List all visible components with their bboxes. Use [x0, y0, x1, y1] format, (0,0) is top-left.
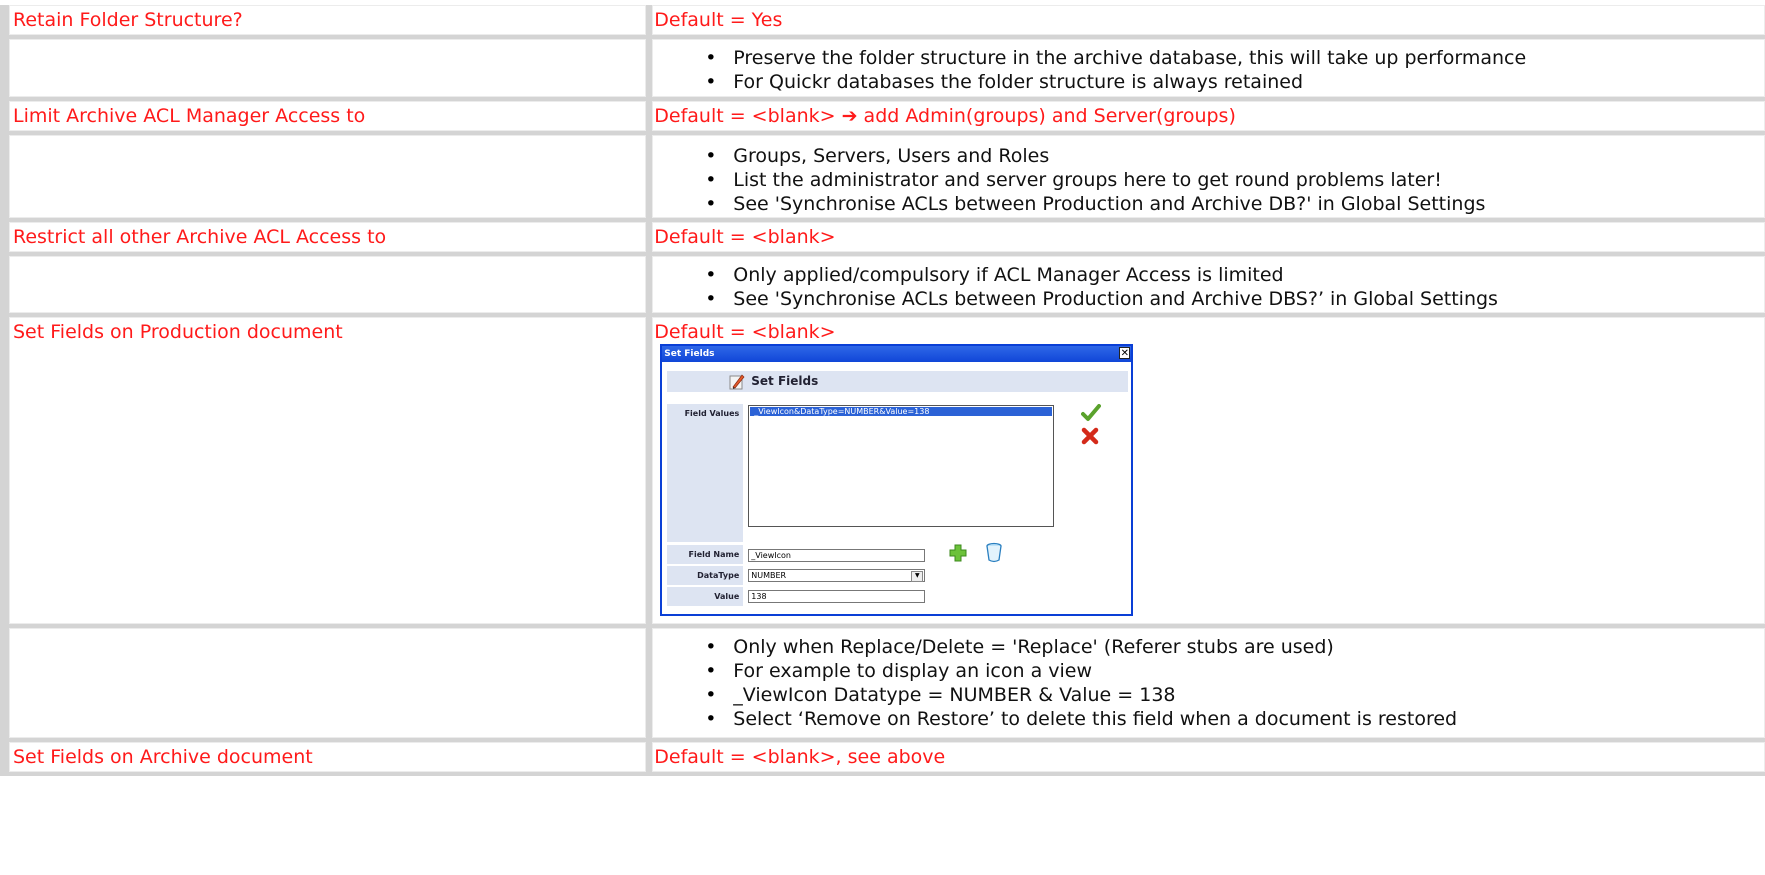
field-name-label: Field Name: [667, 545, 744, 564]
notes-list: Only when Replace/Delete = 'Replace' (Re…: [653, 629, 1764, 731]
arrow-icon: ➔: [841, 105, 858, 127]
close-icon[interactable]: ✕: [1119, 347, 1131, 359]
list-item: Groups, Servers, Users and Roles: [653, 144, 1764, 168]
datatype-select[interactable]: NUMBER ▼: [748, 569, 926, 582]
empty-cell: [9, 135, 647, 218]
notes-cell: Only when Replace/Delete = 'Replace' (Re…: [652, 628, 1765, 738]
setting-label: Set Fields on Production document: [13, 321, 343, 343]
empty-cell: [9, 628, 647, 738]
setting-label: Retain Folder Structure?: [13, 9, 243, 31]
setting-default: Default = <blank> ➔ add Admin(groups) an…: [653, 102, 1764, 126]
set-fields-dialog-screenshot: Set Fields ✕ Set Fields Field Values _Vi…: [660, 344, 1134, 616]
row-limit-acl-notes: Groups, Servers, Users and Roles List th…: [0, 135, 1765, 218]
setting-label: Restrict all other Archive ACL Access to: [13, 226, 387, 248]
setting-label-cell: Retain Folder Structure?: [9, 5, 647, 35]
default-prefix: Default = <blank>: [654, 105, 842, 127]
setting-default: Default = <blank>: [654, 226, 836, 248]
list-item: _ViewIcon Datatype = NUMBER & Value = 13…: [653, 683, 1764, 707]
default-suffix: add Admin(groups) and Server(groups): [857, 105, 1236, 127]
notes-list: Preserve the folder structure in the arc…: [653, 40, 1764, 94]
list-item: List the administrator and server groups…: [653, 168, 1764, 192]
dialog-title: Set Fields: [664, 349, 715, 359]
pencil-icon: [729, 374, 745, 390]
empty-cell: [9, 256, 647, 313]
setting-default-cell: Default = Yes: [652, 5, 1765, 35]
chevron-down-icon[interactable]: ▼: [911, 571, 924, 582]
setting-label-cell: Set Fields on Archive document: [9, 742, 647, 772]
empty-cell: [9, 39, 647, 97]
field-values-label: Field Values: [667, 404, 744, 542]
add-icon[interactable]: [948, 543, 968, 563]
datatype-label: DataType: [667, 566, 744, 585]
dialog-header: Set Fields: [667, 371, 1129, 392]
dialog-title-bar: Set Fields ✕: [662, 346, 1132, 362]
list-item: Only applied/compulsory if ACL Manager A…: [653, 263, 1764, 287]
list-item: See 'Synchronise ACLs between Production…: [653, 192, 1764, 216]
row-limit-acl-manager: Limit Archive ACL Manager Access to Defa…: [0, 101, 1765, 131]
row-set-fields-production-notes: Only when Replace/Delete = 'Replace' (Re…: [0, 628, 1765, 738]
field-values-list[interactable]: _ViewIcon&DataType=NUMBER&Value=138: [748, 405, 1055, 527]
list-item: Preserve the folder structure in the arc…: [653, 46, 1764, 70]
field-values-item[interactable]: _ViewIcon&DataType=NUMBER&Value=138: [750, 407, 1053, 416]
delete-icon[interactable]: [984, 542, 1004, 563]
list-item: Select ‘Remove on Restore’ to delete thi…: [653, 707, 1764, 731]
row-restrict-other-acl: Restrict all other Archive ACL Access to…: [0, 222, 1765, 252]
notes-list: Only applied/compulsory if ACL Manager A…: [653, 257, 1764, 311]
check-icon[interactable]: [1081, 404, 1102, 422]
list-item: Only when Replace/Delete = 'Replace' (Re…: [653, 635, 1764, 659]
setting-default-cell: Default = <blank> Set Fields ✕ Set Field…: [652, 317, 1765, 624]
row-restrict-other-notes: Only applied/compulsory if ACL Manager A…: [0, 256, 1765, 313]
notes-cell: Groups, Servers, Users and Roles List th…: [652, 135, 1765, 218]
row-set-fields-production: Set Fields on Production document Defaul…: [0, 317, 1765, 624]
list-item: See 'Synchronise ACLs between Production…: [653, 287, 1764, 311]
value-input[interactable]: 138: [748, 590, 926, 603]
setting-default-cell: Default = <blank>: [652, 222, 1765, 252]
cross-icon[interactable]: [1081, 427, 1099, 445]
row-retain-folder-structure: Retain Folder Structure? Default = Yes: [0, 5, 1765, 35]
field-name-input[interactable]: _ViewIcon: [748, 549, 926, 562]
notes-list: Groups, Servers, Users and Roles List th…: [653, 136, 1764, 216]
setting-label-cell: Set Fields on Production document: [9, 317, 647, 624]
setting-default: Default = <blank>, see above: [654, 746, 946, 768]
settings-table: Retain Folder Structure? Default = Yes P…: [0, 5, 1765, 776]
notes-cell: Only applied/compulsory if ACL Manager A…: [652, 256, 1765, 313]
setting-default: Default = <blank>: [654, 321, 836, 343]
row-retain-folder-notes: Preserve the folder structure in the arc…: [0, 39, 1765, 97]
list-item: For example to display an icon a view: [653, 659, 1764, 683]
list-item: For Quickr databases the folder structur…: [653, 70, 1764, 94]
setting-label: Set Fields on Archive document: [13, 746, 313, 768]
row-set-fields-archive: Set Fields on Archive document Default =…: [0, 742, 1765, 772]
value-label: Value: [667, 587, 744, 606]
setting-default-cell: Default = <blank> ➔ add Admin(groups) an…: [652, 101, 1765, 131]
dialog-header-title: Set Fields: [751, 374, 819, 388]
setting-default: Default = Yes: [654, 9, 783, 31]
datatype-value: NUMBER: [751, 571, 787, 580]
notes-cell: Preserve the folder structure in the arc…: [652, 39, 1765, 97]
setting-label: Limit Archive ACL Manager Access to: [13, 105, 366, 127]
setting-label-cell: Limit Archive ACL Manager Access to: [9, 101, 647, 131]
setting-label-cell: Restrict all other Archive ACL Access to: [9, 222, 647, 252]
setting-default-cell: Default = <blank>, see above: [652, 742, 1765, 772]
